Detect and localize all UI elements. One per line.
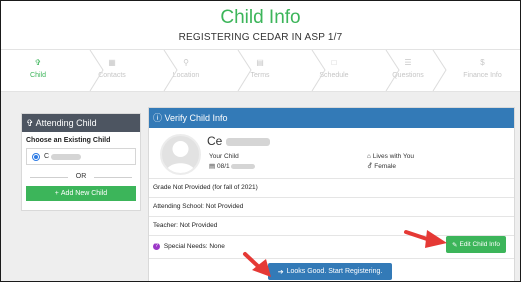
- page-subtitle: REGISTERING CEDAR IN ASP 1/7: [178, 32, 343, 43]
- edit-icon: ✎: [452, 241, 458, 249]
- relation-text: Your Child: [209, 153, 239, 160]
- redacted-dob: [231, 163, 256, 169]
- add-new-child-button[interactable]: + Add New Child: [26, 186, 136, 201]
- child-name-text: Ce: [207, 134, 223, 148]
- lives-with-row: ⌂ Lives with You: [367, 153, 414, 160]
- step-dividers: [89, 50, 447, 91]
- gender-icon: ⚦: [367, 163, 373, 170]
- existing-child-option[interactable]: C: [26, 148, 136, 165]
- gender-row: ⚦ Female: [367, 162, 396, 170]
- wizard-steps: ✞ Child ▦ Contacts ⚲ Location ▤ Terms □ …: [1, 49, 520, 92]
- plus-icon: +: [54, 190, 59, 197]
- verify-child-title: Verify Child Info: [164, 113, 228, 123]
- birthday-icon: ▤: [209, 163, 216, 170]
- page-header: Child Info REGISTERING CEDAR IN ASP 1/7: [1, 1, 520, 49]
- step-divider: [163, 50, 178, 91]
- teacher-row: Teacher: Not Provided: [149, 217, 514, 236]
- dob-row: ▤ 08/1: [209, 162, 256, 170]
- grade-row: Grade Not Provided (for fall of 2021): [149, 179, 514, 198]
- choose-child-label: Choose an Existing Child: [26, 137, 111, 144]
- step-divider: [385, 50, 400, 91]
- radio-button[interactable]: [32, 152, 40, 161]
- avatar: [160, 134, 201, 175]
- child-name: Ce: [207, 134, 270, 148]
- redacted-name: [51, 153, 82, 160]
- page-title: Child Info: [220, 7, 301, 28]
- add-new-child-label: Add New Child: [60, 190, 108, 197]
- redacted-name: [225, 137, 270, 146]
- step-divider: [311, 50, 326, 91]
- child-profile: Ce Your Child ▤ 08/1 ⌂ Lives with You ⚦ …: [149, 128, 514, 179]
- start-registering-button[interactable]: ➔ Looks Good. Start Registering.: [268, 263, 392, 280]
- home-icon: ⌂: [367, 153, 371, 160]
- page-frame: Child Info REGISTERING CEDAR IN ASP 1/7 …: [0, 0, 521, 282]
- info-icon: ⓘ: [153, 113, 163, 123]
- school-row: Attending School: Not Provided: [149, 198, 514, 217]
- attending-child-title: Attending Child: [35, 118, 97, 128]
- or-divider: OR: [26, 173, 136, 181]
- edit-child-info-button[interactable]: ✎ Edit Child Info: [446, 236, 506, 253]
- verify-child-panel: ⓘ Verify Child Info Ce Your Child ▤ 08/1: [148, 107, 515, 281]
- special-needs-text: Special Needs: None: [163, 243, 225, 250]
- gender-text: Female: [374, 163, 396, 170]
- start-registering-label: Looks Good. Start Registering.: [286, 268, 383, 275]
- dob-text: 08/1: [216, 163, 230, 170]
- question-icon: ?: [153, 242, 160, 250]
- edit-child-info-label: Edit Child Info: [459, 241, 500, 248]
- child-icon: ✞: [26, 118, 34, 128]
- arrow-right-icon: ➔: [277, 268, 284, 276]
- step-divider: [89, 50, 104, 91]
- lives-with-text: Lives with You: [372, 153, 414, 160]
- step-divider: [432, 50, 447, 91]
- red-arrow-annotation: [243, 252, 271, 277]
- existing-child-name: C: [44, 153, 50, 160]
- attending-child-panel: ✞ Attending Child Choose an Existing Chi…: [21, 113, 141, 211]
- verify-child-header: ⓘ Verify Child Info: [149, 108, 514, 128]
- attending-child-header: ✞ Attending Child: [22, 114, 140, 132]
- step-divider: [237, 50, 252, 91]
- red-arrow-annotation: [404, 230, 447, 248]
